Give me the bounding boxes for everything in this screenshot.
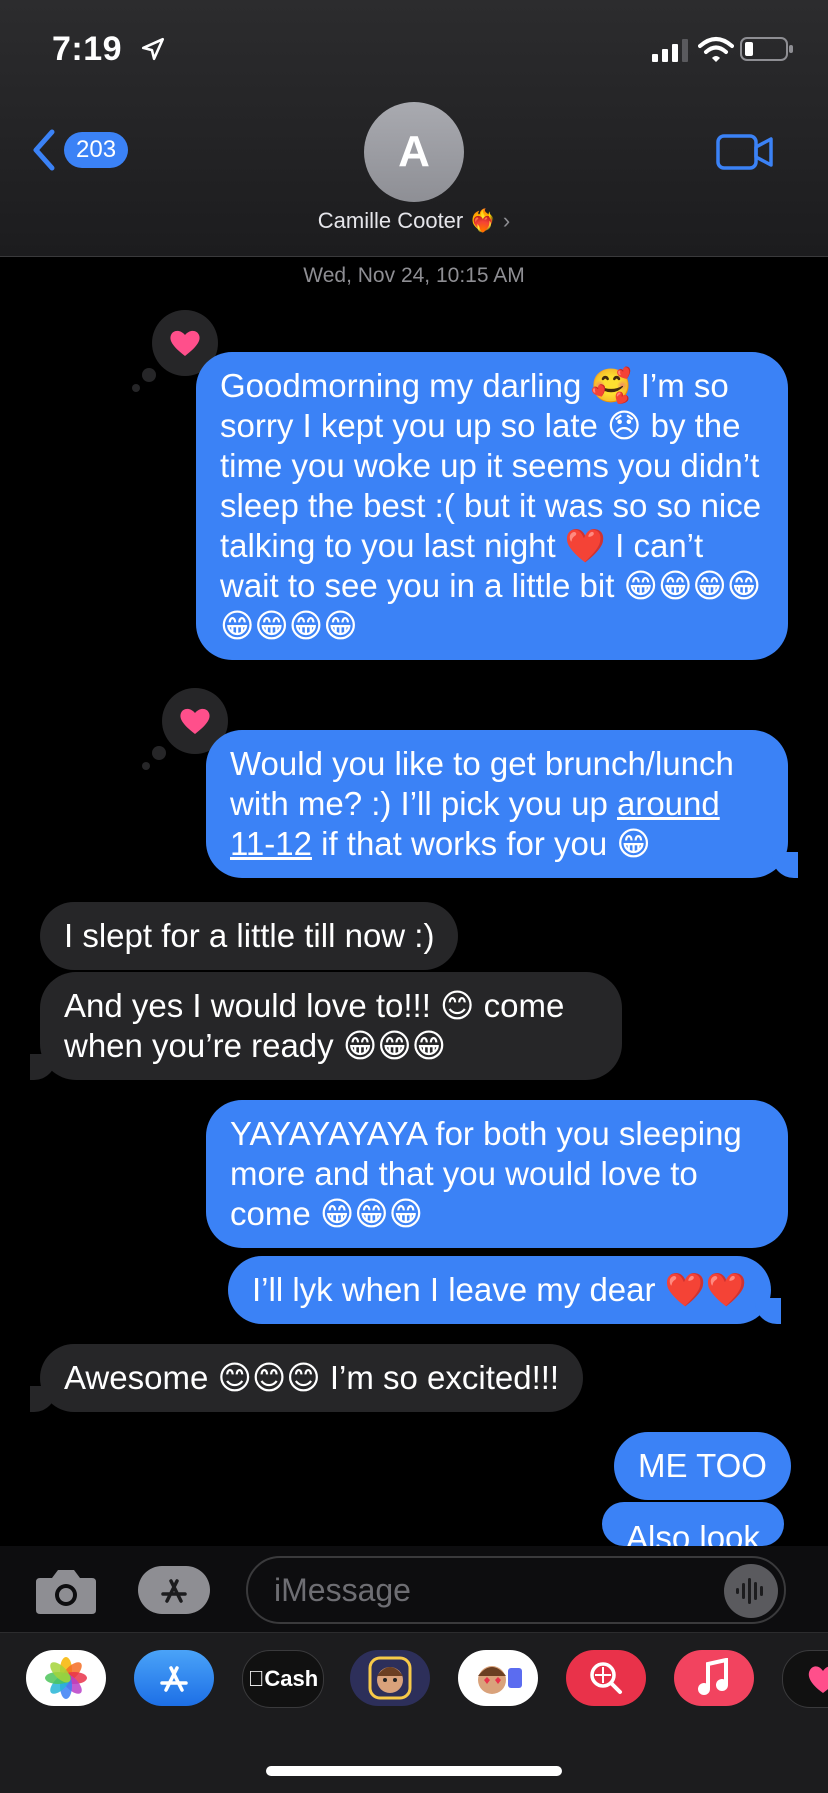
camera-icon[interactable] — [34, 1566, 98, 1616]
memoji-app[interactable] — [350, 1650, 430, 1706]
digital-touch-icon — [808, 1666, 828, 1693]
digital-touch-app[interactable] — [782, 1650, 828, 1708]
sent-message[interactable]: I’ll lyk when I leave my dear ❤️❤️ — [228, 1256, 781, 1324]
status-time: 7:19 — [52, 30, 123, 68]
received-message[interactable]: And yes I would love to!!! 😊 come when y… — [30, 972, 622, 1080]
contact-name-button[interactable]: Camille Cooter ❤️‍🔥 › — [0, 208, 828, 234]
received-message[interactable]: I slept for a little till now :) — [40, 902, 459, 970]
apple-cash-app[interactable]: Cash — [242, 1650, 324, 1708]
received-message[interactable]: Awesome 😊😊😊 I’m so excited!!! — [29, 1344, 584, 1412]
appstore-glyph-icon — [161, 1579, 187, 1603]
battery-icon — [740, 37, 793, 61]
music-app[interactable] — [674, 1650, 754, 1706]
memoji-icon — [368, 1656, 412, 1700]
facetime-video-icon[interactable] — [716, 132, 774, 172]
image-search-app[interactable] — [566, 1650, 646, 1706]
contact-avatar[interactable]: A — [364, 102, 464, 202]
contact-name: Camille Cooter — [317, 208, 464, 233]
message-timestamp: Wed, Nov 24, 10:15 AM — [303, 264, 525, 287]
contact-emoji: ❤️‍🔥 — [469, 208, 497, 233]
sent-message[interactable]: Goodmorning my darling 🥰 I’m so sorry I … — [196, 352, 788, 660]
apple-cash-label: Cash — [256, 1666, 318, 1691]
imessage-placeholder: iMessage — [274, 1571, 411, 1608]
imessage-input[interactable]: iMessage — [246, 1556, 786, 1624]
home-indicator — [266, 1766, 562, 1776]
image-search-icon — [590, 1662, 622, 1694]
app-store-drawer-button[interactable] — [138, 1566, 210, 1614]
sent-message[interactable]: Also look — [602, 1502, 784, 1546]
back-button[interactable]: 203 — [30, 128, 129, 172]
chevron-left-icon — [33, 129, 55, 171]
sent-message[interactable]: Would you like to get brunch/lunch with … — [206, 730, 798, 878]
wifi-icon — [698, 37, 734, 62]
apple-cash-icon:  — [248, 1666, 265, 1692]
memoji-stickers-icon — [478, 1666, 522, 1694]
memoji-stickers-app[interactable] — [458, 1650, 538, 1706]
cellular-signal-icon — [652, 39, 688, 62]
location-arrow-icon — [141, 37, 165, 61]
music-icon — [698, 1658, 728, 1695]
heart-icon — [180, 708, 210, 734]
waveform-icon — [736, 1578, 763, 1604]
appstore-app[interactable] — [134, 1650, 214, 1706]
audio-message-button[interactable] — [724, 1564, 778, 1618]
message-text: if that works for you 😁 — [311, 825, 651, 862]
chevron-right-icon: › — [502, 208, 511, 233]
heart-icon — [170, 330, 200, 356]
photos-app[interactable] — [26, 1650, 106, 1706]
unread-count-badge: 203 — [64, 132, 129, 168]
appstore-icon — [160, 1666, 188, 1692]
sent-message[interactable]: ME TOO — [614, 1432, 791, 1500]
photos-icon — [45, 1657, 87, 1699]
sent-message[interactable]: YAYAYAYAYA for both you sleeping more an… — [206, 1100, 788, 1248]
